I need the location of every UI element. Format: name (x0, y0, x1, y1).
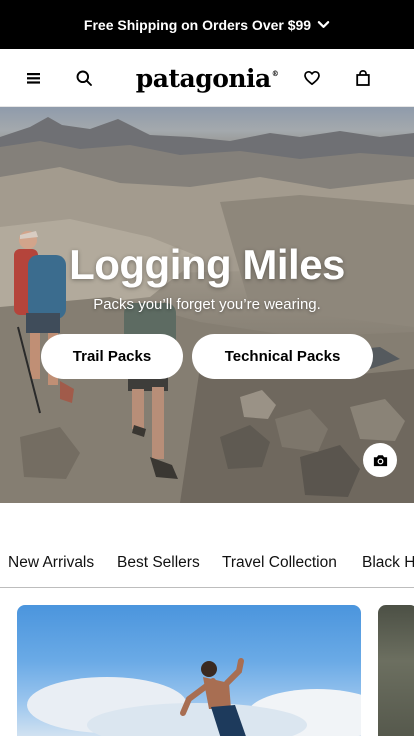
next-card-peek[interactable] (378, 605, 414, 736)
site-header: patagonia ® (0, 49, 414, 107)
category-new-arrivals[interactable]: New Arrivals (8, 554, 94, 572)
hero-title: Logging Miles (69, 241, 345, 288)
hero-subtitle: Packs you’ll forget you’re wearing. (93, 296, 321, 313)
technical-packs-button[interactable]: Technical Packs (192, 334, 373, 379)
search-icon (76, 70, 92, 86)
patagonia-logo[interactable]: patagonia ® (136, 63, 279, 93)
trail-packs-button[interactable]: Trail Packs (41, 334, 183, 379)
hero-banner[interactable]: Logging Miles Packs you’ll forget you’re… (0, 107, 414, 503)
heart-icon (304, 70, 320, 86)
cart-button[interactable] (345, 49, 381, 107)
surfer-photo (27, 658, 361, 736)
camera-icon (373, 454, 387, 466)
logo-text: patagonia (135, 63, 271, 93)
category-best-sellers[interactable]: Best Sellers (117, 554, 200, 572)
category-black-h[interactable]: Black H (362, 554, 414, 572)
category-nav[interactable]: New Arrivals Best Sellers Travel Collect… (0, 540, 414, 588)
bag-icon (356, 70, 370, 86)
registered-mark: ® (271, 68, 279, 78)
chevron-down-icon (317, 21, 330, 28)
promo-text: Free Shipping on Orders Over $99 (83, 16, 312, 33)
feature-card[interactable] (17, 605, 361, 736)
wishlist-button[interactable] (294, 49, 330, 107)
promo-bar[interactable]: Free Shipping on Orders Over $99 (0, 0, 414, 49)
menu-icon (27, 73, 40, 84)
search-button[interactable] (66, 49, 102, 107)
photo-credit-button[interactable] (363, 443, 397, 477)
menu-button[interactable] (16, 49, 52, 107)
category-travel-collection[interactable]: Travel Collection (222, 554, 337, 572)
